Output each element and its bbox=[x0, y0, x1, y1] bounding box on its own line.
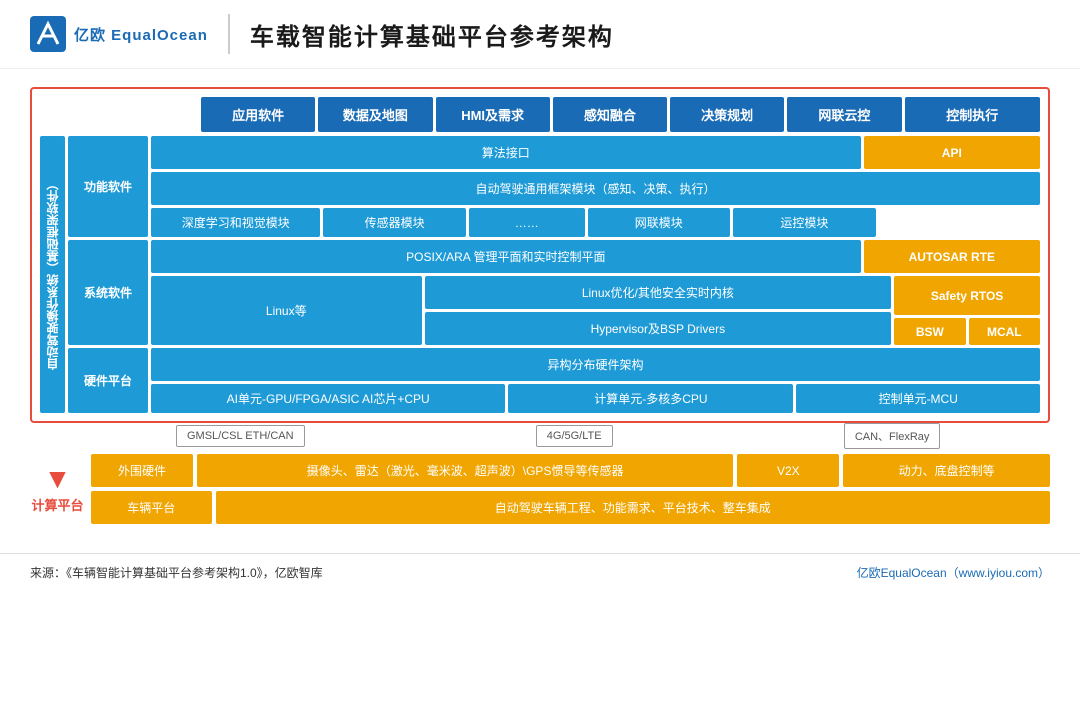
compute-platform-label: 计算平台 bbox=[31, 495, 83, 514]
bsw-cell: BSW bbox=[894, 318, 965, 345]
mcal-cell: MCAL bbox=[969, 318, 1040, 345]
red-arrow: ▼ bbox=[44, 465, 72, 493]
power-chassis-cell: 动力、底盘控制等 bbox=[843, 454, 1050, 487]
col-header-connectivity: 网联云控 bbox=[787, 97, 901, 132]
linux-cell: Linux等 bbox=[151, 276, 422, 345]
inner-grid: 功能软件 算法接口 API 自动驾驶通用框架模块（感知、决策、执行） bbox=[68, 136, 1040, 413]
col-header-app-software: 应用软件 bbox=[201, 97, 315, 132]
outer-vertical-label: 自动驾驶操作系统（基础框架软件） bbox=[40, 136, 65, 413]
footer-website: 亿欧EqualOcean（www.iyiou.com） bbox=[857, 564, 1050, 581]
network-module-cell: 网联模块 bbox=[588, 208, 731, 237]
hw-units-row: AI单元-GPU/FPGA/ASIC AI芯片+CPU 计算单元-多核多CPU … bbox=[151, 384, 1040, 413]
hw-content: 异构分布硬件架构 AI单元-GPU/FPGA/ASIC AI芯片+CPU 计算单… bbox=[151, 348, 1040, 413]
v2x-cell: V2X bbox=[737, 454, 839, 487]
col-header-decision: 决策规划 bbox=[670, 97, 784, 132]
col-header-data-map: 数据及地图 bbox=[318, 97, 432, 132]
auto-drive-framework-cell: 自动驾驶通用框架模块（感知、决策、执行） bbox=[151, 172, 1040, 205]
sensors-cell: 摄像头、雷达（激光、毫米波、超声波）\GPS惯导等传感器 bbox=[197, 454, 733, 487]
sys-content: POSIX/ARA 管理平面和实时控制平面 AUTOSAR RTE Linux等… bbox=[151, 240, 1040, 345]
control-module-cell: 运控模块 bbox=[733, 208, 876, 237]
logo-icon bbox=[30, 16, 66, 52]
header-divider bbox=[228, 14, 230, 54]
vehicle-desc-cell: 自动驾驶车辆工程、功能需求、平台技术、整车集成 bbox=[216, 491, 1050, 524]
hw-label: 硬件平台 bbox=[68, 348, 148, 413]
compute-unit-cell: 计算单元-多核多CPU bbox=[508, 384, 793, 413]
linux-optimized-cell: Linux优化/其他安全实时内核 bbox=[425, 276, 892, 309]
compute-rows: 外围硬件 摄像头、雷达（激光、毫米波、超声波）\GPS惯导等传感器 V2X 动力… bbox=[91, 454, 1050, 524]
posix-cell: POSIX/ARA 管理平面和实时控制平面 bbox=[151, 240, 861, 273]
hetero-hw-cell: 异构分布硬件架构 bbox=[151, 348, 1040, 381]
col-header-hmi: HMI及需求 bbox=[436, 97, 550, 132]
func-label: 功能软件 bbox=[68, 136, 148, 237]
sys-section: 系统软件 POSIX/ARA 管理平面和实时控制平面 AUTOSAR RTE L… bbox=[68, 240, 1040, 345]
compute-label-col: ▼ 计算平台 bbox=[30, 454, 85, 524]
deep-learning-cell: 深度学习和视觉模块 bbox=[151, 208, 320, 237]
footer-source: 来源：《车辆智能计算基础平台参考架构1.0》，亿欧智库 bbox=[30, 564, 323, 581]
ellipsis-cell: …… bbox=[469, 208, 585, 237]
vehicle-row: 车辆平台 自动驾驶车辆工程、功能需求、平台技术、整车集成 bbox=[91, 491, 1050, 524]
framework-row: 自动驾驶通用框架模块（感知、决策、执行） bbox=[151, 172, 1040, 205]
peripheral-label-cell: 外围硬件 bbox=[91, 454, 193, 487]
peripheral-row: 外围硬件 摄像头、雷达（激光、毫米波、超声波）\GPS惯导等传感器 V2X 动力… bbox=[91, 454, 1050, 487]
linux-row: Linux等 Linux优化/其他安全实时内核 Hypervisor及BSP D… bbox=[151, 276, 1040, 345]
hetero-hw-row: 异构分布硬件架构 bbox=[151, 348, 1040, 381]
bus-cell-3: CAN、FlexRay bbox=[844, 423, 941, 449]
main-body: 自动驾驶操作系统（基础框架软件） 功能软件 算法接口 API 自动驾驶通 bbox=[40, 136, 1040, 413]
bus-cell-1: GMSL/CSL ETH/CAN bbox=[176, 425, 305, 447]
algo-row: 算法接口 API bbox=[151, 136, 1040, 169]
bus-row: GMSL/CSL ETH/CAN 4G/5G/LTE CAN、FlexRay bbox=[30, 423, 1050, 449]
control-unit-cell: 控制单元-MCU bbox=[796, 384, 1040, 413]
sensor-module-cell: 传感器模块 bbox=[323, 208, 466, 237]
algo-interface-cell: 算法接口 bbox=[151, 136, 861, 169]
col-header-perception: 感知融合 bbox=[553, 97, 667, 132]
autosar-rte-cell: AUTOSAR RTE bbox=[864, 240, 1040, 273]
func-content: 算法接口 API 自动驾驶通用框架模块（感知、决策、执行） 深度学习和视觉模块 … bbox=[151, 136, 1040, 237]
main-content: 应用软件 数据及地图 HMI及需求 感知融合 决策规划 网联云控 控制执行 自动… bbox=[0, 69, 1080, 539]
col-header-control: 控制执行 bbox=[905, 97, 1041, 132]
bus-cell-2: 4G/5G/LTE bbox=[536, 425, 613, 447]
ai-unit-cell: AI单元-GPU/FPGA/ASIC AI芯片+CPU bbox=[151, 384, 505, 413]
architecture-diagram: 应用软件 数据及地图 HMI及需求 感知融合 决策规划 网联云控 控制执行 自动… bbox=[30, 87, 1050, 423]
page-header: 亿欧 EqualOcean 车载智能计算基础平台参考架构 bbox=[0, 0, 1080, 69]
footer: 来源：《车辆智能计算基础平台参考架构1.0》，亿欧智库 亿欧EqualOcean… bbox=[0, 553, 1080, 591]
vehicle-platform-label-cell: 车辆平台 bbox=[91, 491, 212, 524]
hw-section: 硬件平台 异构分布硬件架构 AI单元-GPU/FPGA/ASIC AI芯片+CP… bbox=[68, 348, 1040, 413]
posix-row: POSIX/ARA 管理平面和实时控制平面 AUTOSAR RTE bbox=[151, 240, 1040, 273]
logo-area: 亿欧 EqualOcean bbox=[30, 16, 208, 52]
safety-rtos-cell: Safety RTOS bbox=[894, 276, 1040, 315]
func-section: 功能软件 算法接口 API 自动驾驶通用框架模块（感知、决策、执行） bbox=[68, 136, 1040, 237]
sys-label: 系统软件 bbox=[68, 240, 148, 345]
api-cell: API bbox=[864, 136, 1040, 169]
logo-text: 亿欧 EqualOcean bbox=[74, 24, 208, 45]
hypervisor-cell: Hypervisor及BSP Drivers bbox=[425, 312, 892, 345]
compute-platform-section: ▼ 计算平台 外围硬件 摄像头、雷达（激光、毫米波、超声波）\GPS惯导等传感器… bbox=[30, 454, 1050, 524]
page-title: 车载智能计算基础平台参考架构 bbox=[250, 17, 614, 52]
modules-row: 深度学习和视觉模块 传感器模块 …… 网联模块 运控模块 bbox=[151, 208, 1040, 237]
